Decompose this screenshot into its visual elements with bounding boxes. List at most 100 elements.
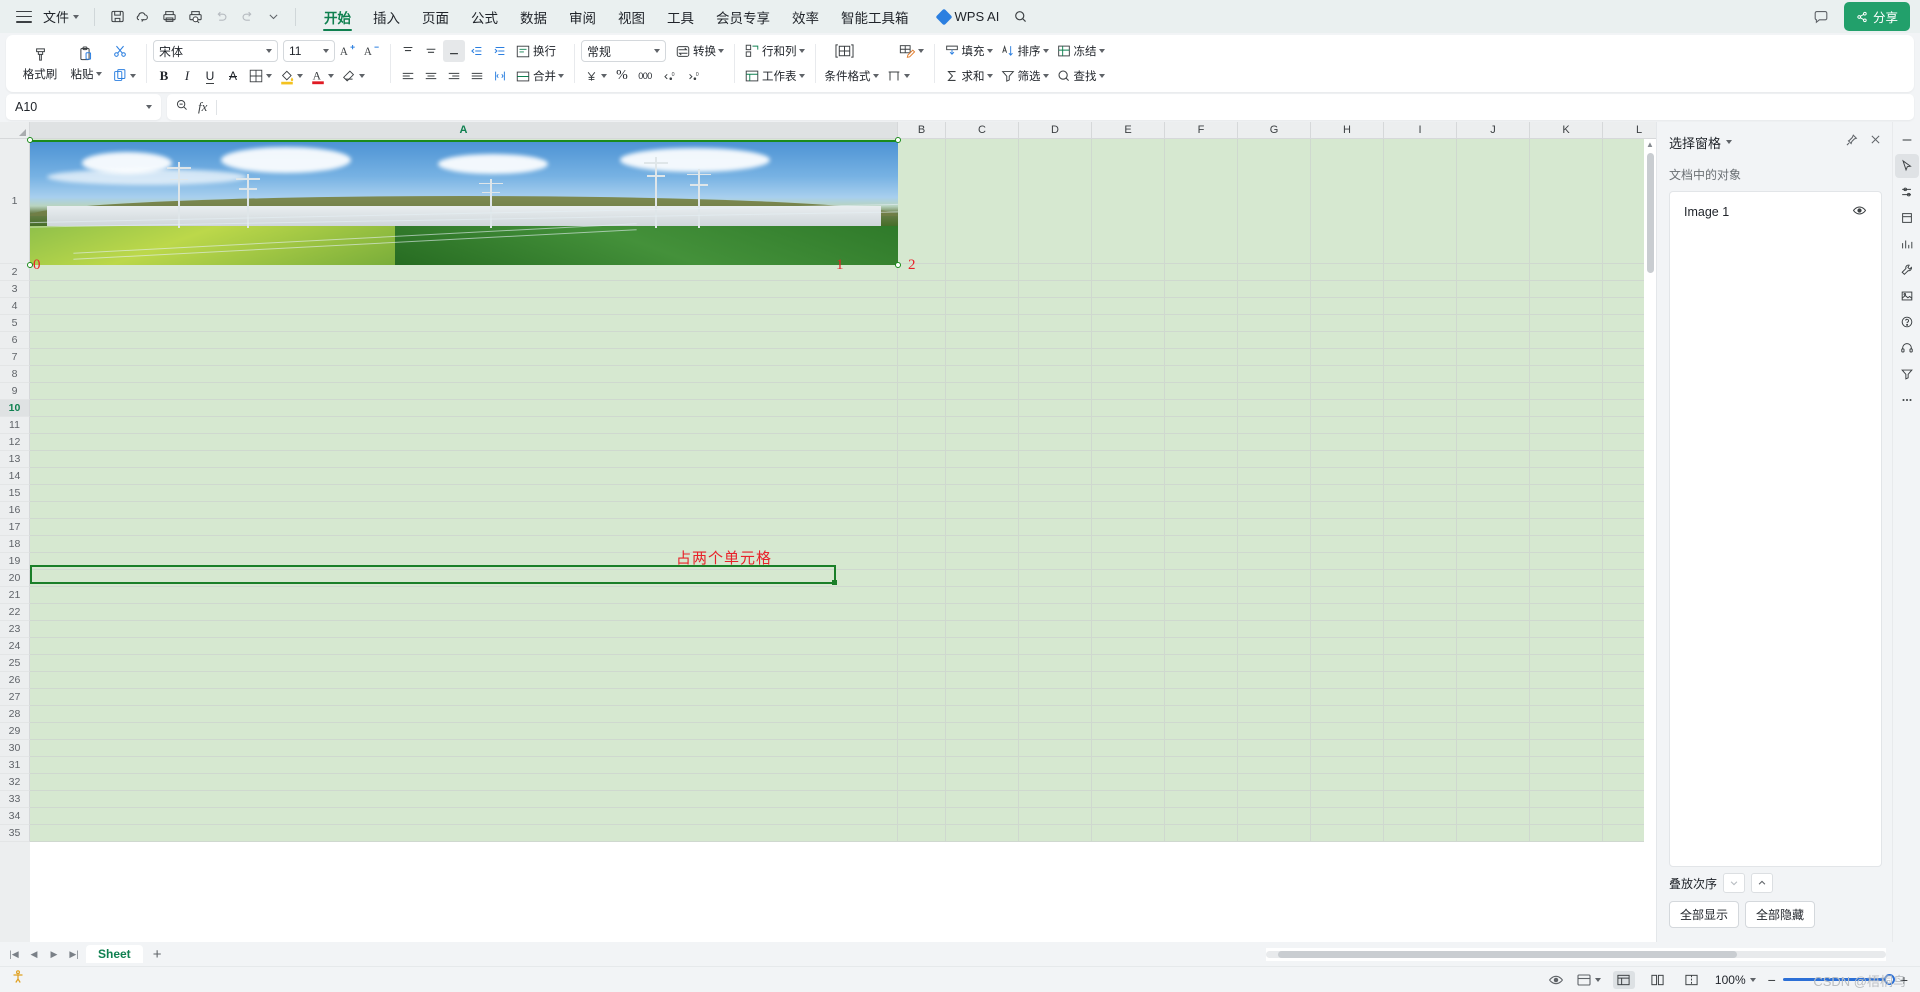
cell-J34[interactable]	[1457, 808, 1530, 825]
cell-I12[interactable]	[1384, 434, 1457, 451]
cell-C27[interactable]	[946, 689, 1019, 706]
cell-B8[interactable]	[898, 366, 946, 383]
cell-A12[interactable]	[30, 434, 898, 451]
cell-E34[interactable]	[1092, 808, 1165, 825]
cell-E24[interactable]	[1092, 638, 1165, 655]
search-icon[interactable]	[1007, 5, 1033, 29]
vertical-scrollbar[interactable]: ▲	[1644, 139, 1656, 942]
cell-I13[interactable]	[1384, 451, 1457, 468]
row-header-5[interactable]: 5	[0, 315, 30, 332]
borders-icon[interactable]	[245, 65, 275, 87]
cell-K28[interactable]	[1530, 706, 1603, 723]
merge-cells-button[interactable]: 合并	[512, 65, 567, 87]
tab-会员专享[interactable]: 会员专享	[705, 0, 781, 33]
bold-button[interactable]: B	[153, 65, 175, 87]
image-handle-br[interactable]	[895, 262, 901, 268]
cell-C16[interactable]	[946, 502, 1019, 519]
cell-C18[interactable]	[946, 536, 1019, 553]
worksheet-button[interactable]: 工作表	[741, 65, 808, 87]
cell-G11[interactable]	[1238, 417, 1311, 434]
share-button[interactable]: 分享	[1843, 2, 1910, 31]
cell-C22[interactable]	[946, 604, 1019, 621]
table-row[interactable]	[30, 825, 1656, 842]
cell-I29[interactable]	[1384, 723, 1457, 740]
row-header-23[interactable]: 23	[0, 621, 30, 638]
column-header-B[interactable]: B	[898, 122, 946, 139]
cell-E21[interactable]	[1092, 587, 1165, 604]
row-header-10[interactable]: 10	[0, 400, 30, 417]
cell-A22[interactable]	[30, 604, 898, 621]
cell-H24[interactable]	[1311, 638, 1384, 655]
cell-B6[interactable]	[898, 332, 946, 349]
name-box[interactable]: A10	[6, 94, 161, 120]
cell-I23[interactable]	[1384, 621, 1457, 638]
cell-J17[interactable]	[1457, 519, 1530, 536]
cell-J31[interactable]	[1457, 757, 1530, 774]
zoom-out-button[interactable]: −	[1768, 972, 1776, 988]
undo-icon[interactable]	[208, 5, 234, 29]
cell-H35[interactable]	[1311, 825, 1384, 842]
column-header-K[interactable]: K	[1530, 122, 1603, 139]
cell-G15[interactable]	[1238, 485, 1311, 502]
cell-K22[interactable]	[1530, 604, 1603, 621]
cell-I1[interactable]	[1384, 139, 1457, 264]
cell-E5[interactable]	[1092, 315, 1165, 332]
table-row[interactable]	[30, 502, 1656, 519]
cell-K33[interactable]	[1530, 791, 1603, 808]
cell-B31[interactable]	[898, 757, 946, 774]
cell-A14[interactable]	[30, 468, 898, 485]
cell-F1[interactable]	[1165, 139, 1238, 264]
cell-B26[interactable]	[898, 672, 946, 689]
zoom-track[interactable]	[1782, 974, 1895, 985]
cell-I24[interactable]	[1384, 638, 1457, 655]
cell-E15[interactable]	[1092, 485, 1165, 502]
cell-E25[interactable]	[1092, 655, 1165, 672]
wrap-text-button[interactable]: 换行	[512, 40, 559, 62]
cell-E27[interactable]	[1092, 689, 1165, 706]
cell-G17[interactable]	[1238, 519, 1311, 536]
row-header-32[interactable]: 32	[0, 774, 30, 791]
cell-G30[interactable]	[1238, 740, 1311, 757]
cell-G22[interactable]	[1238, 604, 1311, 621]
cell-B20[interactable]	[898, 570, 946, 587]
cell-F34[interactable]	[1165, 808, 1238, 825]
table-row[interactable]	[30, 638, 1656, 655]
cell-J35[interactable]	[1457, 825, 1530, 842]
cell-G6[interactable]	[1238, 332, 1311, 349]
cell-E23[interactable]	[1092, 621, 1165, 638]
cell-I6[interactable]	[1384, 332, 1457, 349]
cell-B2[interactable]	[898, 264, 946, 281]
cell-J29[interactable]	[1457, 723, 1530, 740]
cell-D18[interactable]	[1019, 536, 1092, 553]
row-header-26[interactable]: 26	[0, 672, 30, 689]
cell-D22[interactable]	[1019, 604, 1092, 621]
cell-C12[interactable]	[946, 434, 1019, 451]
cell-K21[interactable]	[1530, 587, 1603, 604]
font-color-icon[interactable]: A	[307, 65, 337, 87]
row-header-13[interactable]: 13	[0, 451, 30, 468]
cell-K17[interactable]	[1530, 519, 1603, 536]
row-header-7[interactable]: 7	[0, 349, 30, 366]
fill-color-icon[interactable]	[276, 65, 306, 87]
cell-E2[interactable]	[1092, 264, 1165, 281]
cell-H27[interactable]	[1311, 689, 1384, 706]
cell-D35[interactable]	[1019, 825, 1092, 842]
cell-C21[interactable]	[946, 587, 1019, 604]
cell-G7[interactable]	[1238, 349, 1311, 366]
row-header-27[interactable]: 27	[0, 689, 30, 706]
cell-J2[interactable]	[1457, 264, 1530, 281]
row-header-33[interactable]: 33	[0, 791, 30, 808]
layout-icon[interactable]	[1576, 972, 1601, 988]
spreadsheet-grid[interactable]: A B C D E F G H I J K L 1 2 3 4 5 6 7 8 9 10 11 12 1…	[0, 122, 1656, 942]
last-sheet-icon[interactable]: ▶|	[66, 946, 82, 962]
column-header-I[interactable]: I	[1384, 122, 1457, 139]
table-row[interactable]	[30, 485, 1656, 502]
cell-J33[interactable]	[1457, 791, 1530, 808]
cell-B24[interactable]	[898, 638, 946, 655]
cell-F17[interactable]	[1165, 519, 1238, 536]
cell-I28[interactable]	[1384, 706, 1457, 723]
cell-F9[interactable]	[1165, 383, 1238, 400]
cell-K6[interactable]	[1530, 332, 1603, 349]
cell-C2[interactable]	[946, 264, 1019, 281]
list-item[interactable]: Image 1	[1670, 198, 1881, 226]
